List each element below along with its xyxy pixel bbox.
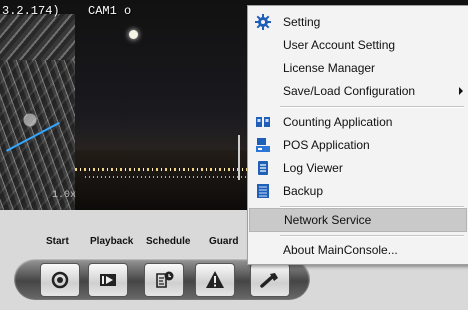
schedule-button[interactable] xyxy=(144,263,184,297)
schedule-icon xyxy=(156,271,174,288)
light-pole xyxy=(238,135,240,180)
playback-button[interactable] xyxy=(88,263,128,297)
menu-item-counting-application[interactable]: Counting Application xyxy=(249,111,467,133)
tools-wrench-icon xyxy=(260,273,278,288)
menu-item-network-service[interactable]: Network Service xyxy=(249,208,467,232)
menu-item-pos-application[interactable]: POS Application xyxy=(249,134,467,156)
context-menu: Setting User Account Setting License Man… xyxy=(247,5,468,265)
camera-name-label: CAM1 o xyxy=(88,4,132,18)
camera-ip-label: 3.2.174) xyxy=(2,4,60,18)
tools-button[interactable] xyxy=(250,263,290,297)
menu-label-save-load: Save/Load Configuration xyxy=(283,84,416,98)
start-label: Start xyxy=(46,236,69,247)
playback-label: Playback xyxy=(90,236,134,247)
menu-label-backup: Backup xyxy=(283,184,324,198)
menu-item-log-viewer[interactable]: Log Viewer xyxy=(249,157,467,179)
city-lights-lower xyxy=(85,176,255,178)
menu-label-network-service: Network Service xyxy=(284,213,372,227)
menu-label-pos: POS Application xyxy=(283,138,370,152)
schedule-label: Schedule xyxy=(146,236,191,247)
menu-item-license-manager[interactable]: License Manager xyxy=(249,57,467,79)
playback-icon xyxy=(100,274,116,286)
menu-label-log-viewer: Log Viewer xyxy=(283,161,343,175)
menu-separator xyxy=(280,106,464,108)
menu-item-save-load-configuration[interactable]: Save/Load Configuration xyxy=(249,80,467,102)
start-button[interactable] xyxy=(40,263,80,297)
menu-item-setting[interactable]: Setting xyxy=(249,11,467,33)
guard-warning-icon xyxy=(206,271,224,288)
pos-icon xyxy=(256,138,270,152)
menu-item-about-mainconsole[interactable]: About MainConsole... xyxy=(249,239,467,261)
guard-button[interactable] xyxy=(195,263,235,297)
menu-label-setting: Setting xyxy=(283,15,321,29)
guard-label: Guard xyxy=(209,236,239,247)
log-viewer-icon xyxy=(258,161,268,175)
backup-icon xyxy=(257,184,269,198)
toolbar-labels: Start Playback Schedule Guard xyxy=(0,236,260,250)
menu-label-user-account: User Account Setting xyxy=(283,38,396,52)
city-lights xyxy=(75,168,255,171)
moon xyxy=(129,30,138,39)
menu-label-license: License Manager xyxy=(283,61,376,75)
counting-icon xyxy=(256,117,270,127)
menu-separator xyxy=(280,235,464,237)
menu-label-about: About MainConsole... xyxy=(283,243,398,257)
zoom-label: 1.0x xyxy=(52,190,77,201)
record-icon xyxy=(51,271,69,289)
gear-icon xyxy=(255,14,271,30)
menu-item-backup[interactable]: Backup xyxy=(249,180,467,202)
menu-label-counting: Counting Application xyxy=(283,115,393,129)
menu-item-user-account-setting[interactable]: User Account Setting xyxy=(249,34,467,56)
submenu-arrow-icon xyxy=(459,87,463,95)
